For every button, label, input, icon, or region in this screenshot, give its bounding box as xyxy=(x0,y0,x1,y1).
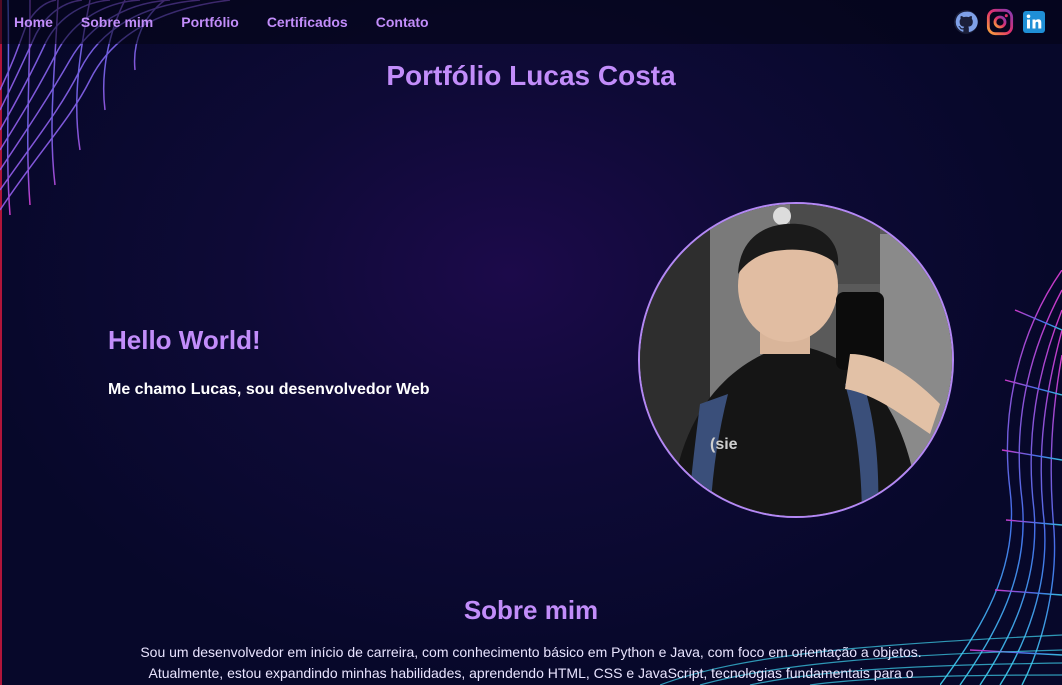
profile-photo-illustration: (sie xyxy=(640,204,952,516)
svg-text:(sie: (sie xyxy=(710,436,738,453)
top-navbar: Home Sobre mim Portfólio Certificados Co… xyxy=(0,0,1062,44)
about-title: Sobre mim xyxy=(463,595,599,625)
about-text: Sou um desenvolvedor em início de carrei… xyxy=(140,644,922,681)
hero-greeting: Hello World! xyxy=(108,325,261,355)
nav-links: Home Sobre mim Portfólio Certificados Co… xyxy=(14,14,457,30)
nav-link-certificados[interactable]: Certificados xyxy=(267,14,348,30)
left-border xyxy=(0,0,2,685)
nav-link-contato[interactable]: Contato xyxy=(376,14,429,30)
github-icon[interactable] xyxy=(952,8,980,36)
hero-intro: Me chamo Lucas, sou desenvolvedor Web xyxy=(108,381,430,398)
instagram-icon[interactable] xyxy=(986,8,1014,36)
nav-link-sobre-mim[interactable]: Sobre mim xyxy=(81,14,153,30)
linkedin-icon[interactable] xyxy=(1020,8,1048,36)
social-links xyxy=(952,8,1048,36)
nav-link-portfolio[interactable]: Portfólio xyxy=(181,14,239,30)
page-title: Portfólio Lucas Costa xyxy=(386,60,676,91)
profile-photo: (sie xyxy=(638,202,954,518)
nav-link-home[interactable]: Home xyxy=(14,14,53,30)
